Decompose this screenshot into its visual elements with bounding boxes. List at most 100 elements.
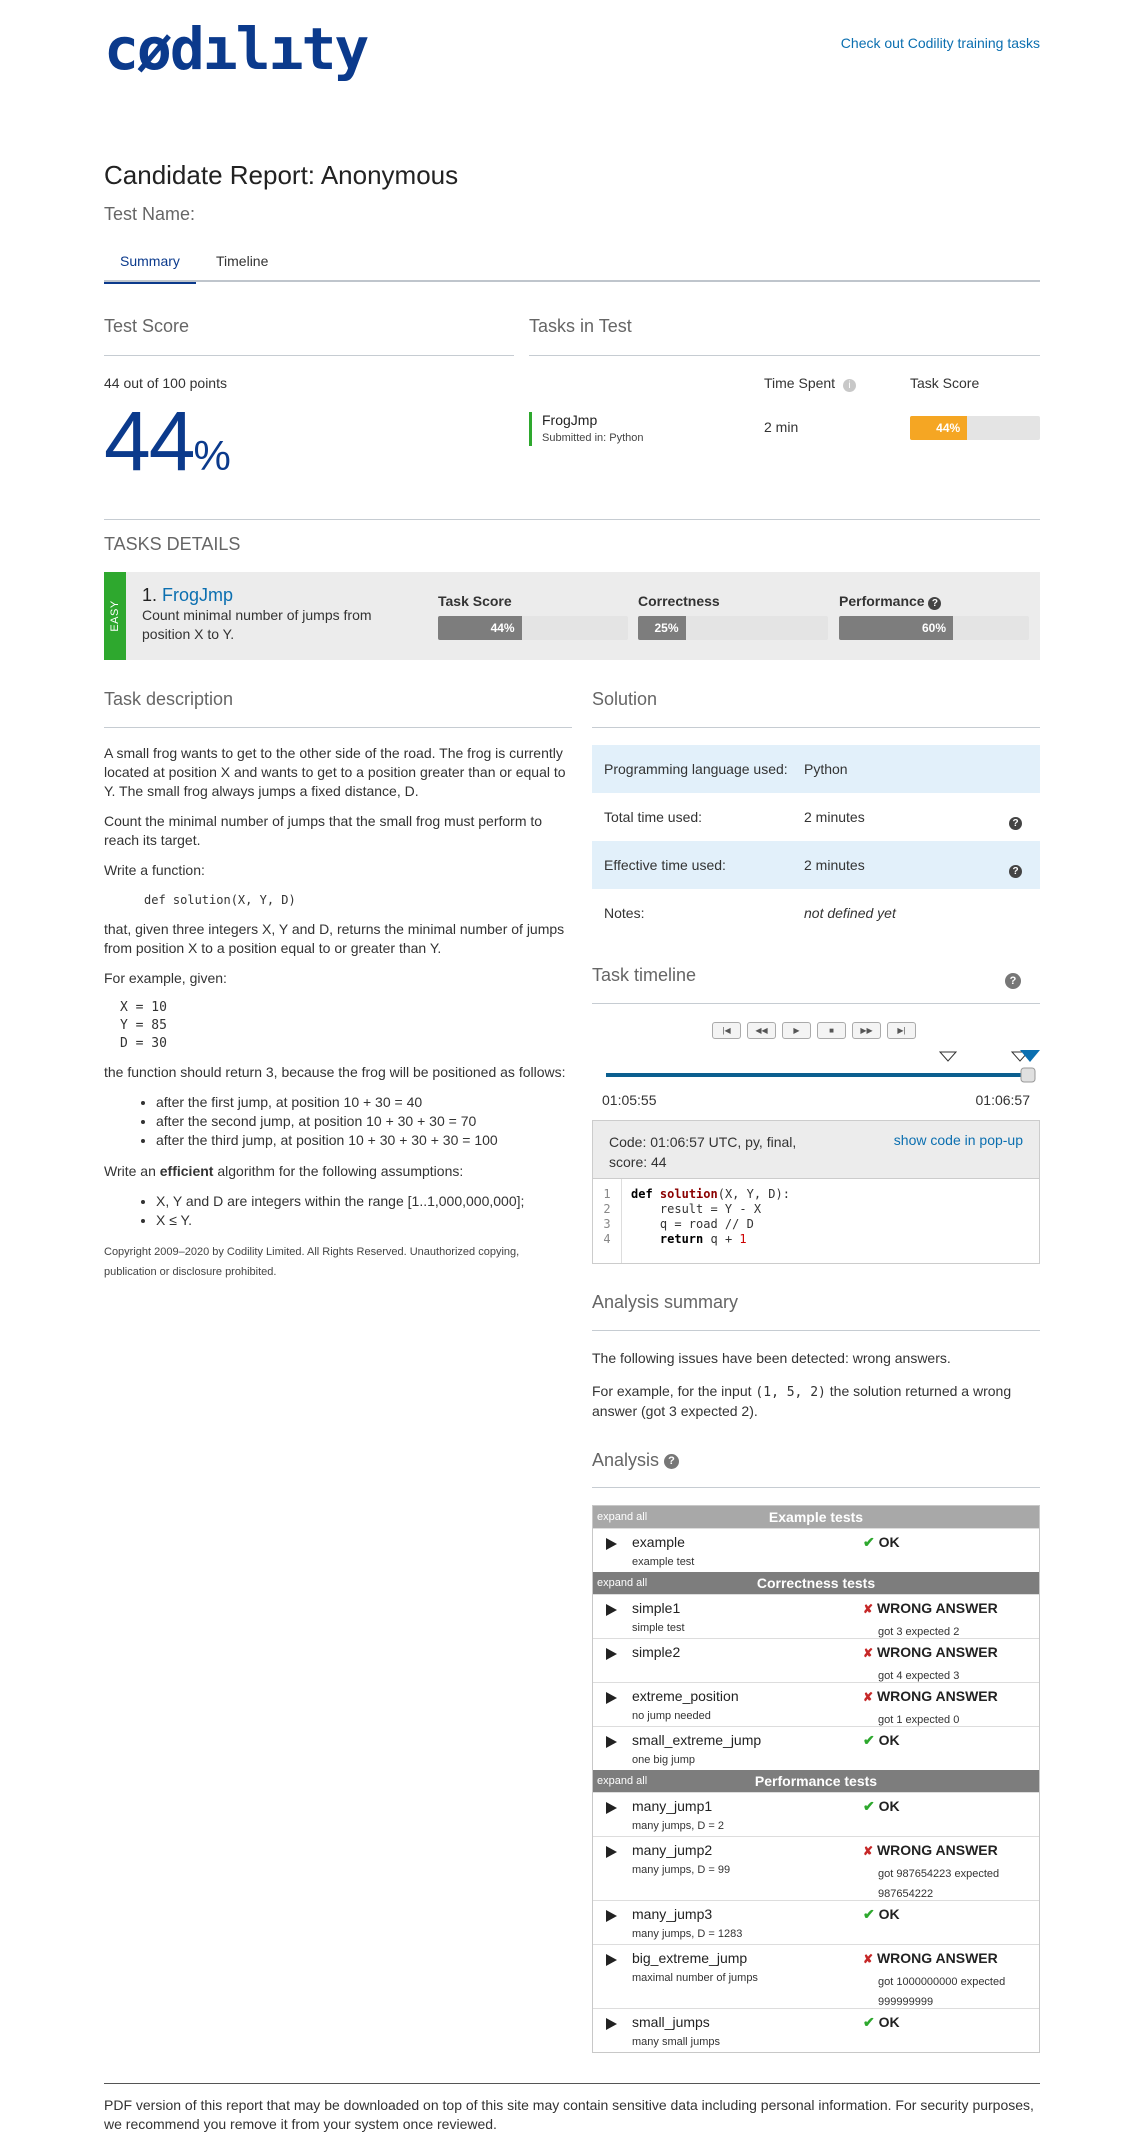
show-code-popup-link[interactable]: show code in pop-up <box>894 1132 1023 1148</box>
expand-test-icon[interactable] <box>606 1648 617 1660</box>
list-item: after the first jump, at position 10 + 3… <box>156 1093 572 1112</box>
total-time-help-icon[interactable]: ? <box>1009 817 1022 830</box>
test-description: one big jump <box>632 1754 695 1766</box>
test-row[interactable]: many_jump1 many jumps, D = 2 ✔ OK <box>593 1792 1039 1836</box>
code-content: def solution(X, Y, D): result = Y - X q … <box>631 1187 790 1246</box>
task-name[interactable]: FrogJmp <box>542 412 597 428</box>
analysis-help-icon[interactable]: ? <box>664 1453 680 1469</box>
solution-row-label: Programming language used: <box>604 761 788 777</box>
function-signature: def solution(X, Y, D) <box>144 893 296 907</box>
last-frame-button[interactable]: ▶| <box>887 1022 916 1039</box>
expand-test-icon[interactable] <box>606 2018 617 2030</box>
footer-divider <box>104 2083 1040 2084</box>
metric-bar-fill: 60% <box>839 616 953 640</box>
test-result: ✔ OK <box>863 2014 900 2031</box>
timeline-marker-icon <box>938 1051 958 1062</box>
expand-test-icon[interactable] <box>606 1736 617 1748</box>
divider <box>592 1487 1040 1488</box>
test-result-label: OK <box>878 1732 900 1748</box>
fast-forward-button[interactable]: ▶▶ <box>852 1022 881 1039</box>
codility-logo[interactable]: cødılıty <box>104 16 369 82</box>
check-icon: ✔ <box>863 1534 875 1550</box>
test-row[interactable]: small_jumps many small jumps ✔ OK <box>593 2008 1039 2052</box>
test-description: many small jumps <box>632 2036 721 2048</box>
test-result: ✔ OK <box>863 1798 900 1815</box>
expand-test-icon[interactable] <box>606 1954 617 1966</box>
solution-row-value: not defined yet <box>804 905 896 921</box>
test-name: extreme_position <box>632 1688 739 1704</box>
timeline-help-icon[interactable]: ? <box>1005 973 1021 989</box>
test-description: example test <box>632 1556 695 1568</box>
test-result: ✘ WRONG ANSWER <box>863 1688 998 1704</box>
description-paragraph: the function should return 3, because th… <box>104 1064 566 1080</box>
play-button[interactable]: ▶ <box>782 1022 811 1039</box>
task-score-bar-fill: 44% <box>910 416 968 440</box>
expand-test-icon[interactable] <box>606 1692 617 1704</box>
test-score-percent: 44% <box>104 394 231 501</box>
test-row[interactable]: simple1 simple test ✘ WRONG ANSWER got 3 ex… <box>593 1594 1039 1638</box>
cross-icon: ✘ <box>863 1690 874 1704</box>
test-row[interactable]: extreme_position no jump needed ✘ WRONG AN… <box>593 1682 1039 1726</box>
divider <box>529 355 1040 356</box>
solution-row-label: Notes: <box>604 905 645 921</box>
solution-row-notes: Notes: not defined yet <box>592 889 1040 937</box>
timeline-handle[interactable] <box>1020 1067 1036 1083</box>
timeline-slider[interactable] <box>592 1046 1040 1086</box>
description-paragraph: Write an efficient algorithm for the fol… <box>104 1162 572 1181</box>
test-score-value: 44 <box>104 394 195 488</box>
report-tabs: Summary Timeline <box>104 244 1040 284</box>
test-description: many jumps, D = 2 <box>632 1820 725 1832</box>
stop-button[interactable]: ■ <box>817 1022 846 1039</box>
time-spent-info-icon[interactable]: i <box>842 379 856 392</box>
tab-summary[interactable]: Summary <box>104 244 196 284</box>
test-row[interactable]: many_jump3 many jumps, D = 1283 ✔ OK <box>593 1900 1039 1944</box>
test-group-title: Performance tests <box>754 1773 878 1789</box>
divider <box>592 1330 1040 1331</box>
test-name: big_extreme_jump <box>632 1950 748 1966</box>
task-timeline-heading: Task timeline <box>592 965 697 985</box>
expand-test-icon[interactable] <box>606 1910 617 1922</box>
code-score-label: score: <box>609 1154 648 1170</box>
solution-row-language: Programming language used: Python <box>592 745 1040 793</box>
analysis-heading-text: Analysis <box>592 1450 660 1470</box>
test-row[interactable]: example example test ✔ OK <box>593 1528 1039 1572</box>
failing-input: (1, 5, 2) <box>755 1385 826 1400</box>
line-number: 3 <box>603 1217 611 1231</box>
test-row[interactable]: small_extreme_jump one big jump ✔ OK <box>593 1726 1039 1770</box>
example-line: D = 30 <box>120 1036 167 1051</box>
test-name: many_jump3 <box>632 1906 713 1922</box>
test-row[interactable]: simple2 ✘ WRONG ANSWER got 4 expected 3 <box>593 1638 1039 1682</box>
solution-row-label: Total time used: <box>604 809 703 825</box>
test-result: ✘ WRONG ANSWER <box>863 1842 998 1858</box>
expand-test-icon[interactable] <box>606 1604 617 1616</box>
training-tasks-link[interactable]: Check out Codility training tasks <box>841 35 1040 51</box>
assumptions-intro-post: algorithm for the following assumptions: <box>217 1163 464 1179</box>
test-row[interactable]: big_extreme_jump maximal number of jumps ✘… <box>593 1944 1039 2008</box>
divider <box>104 727 572 728</box>
code-score-value: 44 <box>651 1154 667 1170</box>
description-paragraph: A small frog wants to get to the other s… <box>104 745 566 799</box>
tab-timeline[interactable]: Timeline <box>200 244 284 282</box>
playback-controls: |◀ ◀◀ ▶ ■ ▶▶ ▶| <box>712 1022 932 1040</box>
first-frame-button[interactable]: |◀ <box>712 1022 741 1039</box>
tasks-in-test-heading: Tasks in Test <box>529 316 632 336</box>
analysis-summary-example: For example, for the input (1, 5, 2) the… <box>592 1382 1040 1421</box>
description-paragraph: For example, given: <box>104 970 227 986</box>
expand-test-icon[interactable] <box>606 1802 617 1814</box>
task-score-header: Task Score <box>910 375 980 391</box>
test-result-label: WRONG ANSWER <box>876 1950 998 1966</box>
list-item: X ≤ Y. <box>156 1211 572 1230</box>
expand-test-icon[interactable] <box>606 1538 617 1550</box>
test-description: simple test <box>632 1622 685 1634</box>
code-info-line: Code: 01:06:57 UTC, py, final, <box>609 1134 797 1150</box>
metric-bar-performance: 60% <box>839 616 1029 640</box>
expand-test-icon[interactable] <box>606 1846 617 1858</box>
code-line-numbers: 1 2 3 4 <box>593 1187 621 1247</box>
test-row[interactable]: many_jump2 many jumps, D = 99 ✘ WRONG ANSW… <box>593 1836 1039 1900</box>
effective-time-help-icon[interactable]: ? <box>1009 865 1022 878</box>
solution-row-value: 2 minutes <box>804 857 865 873</box>
task-detail-link[interactable]: FrogJmp <box>162 585 233 605</box>
rewind-button[interactable]: ◀◀ <box>747 1022 776 1039</box>
performance-help-icon[interactable]: ? <box>928 597 942 610</box>
assumptions-list: X, Y and D are integers within the range… <box>156 1192 572 1230</box>
